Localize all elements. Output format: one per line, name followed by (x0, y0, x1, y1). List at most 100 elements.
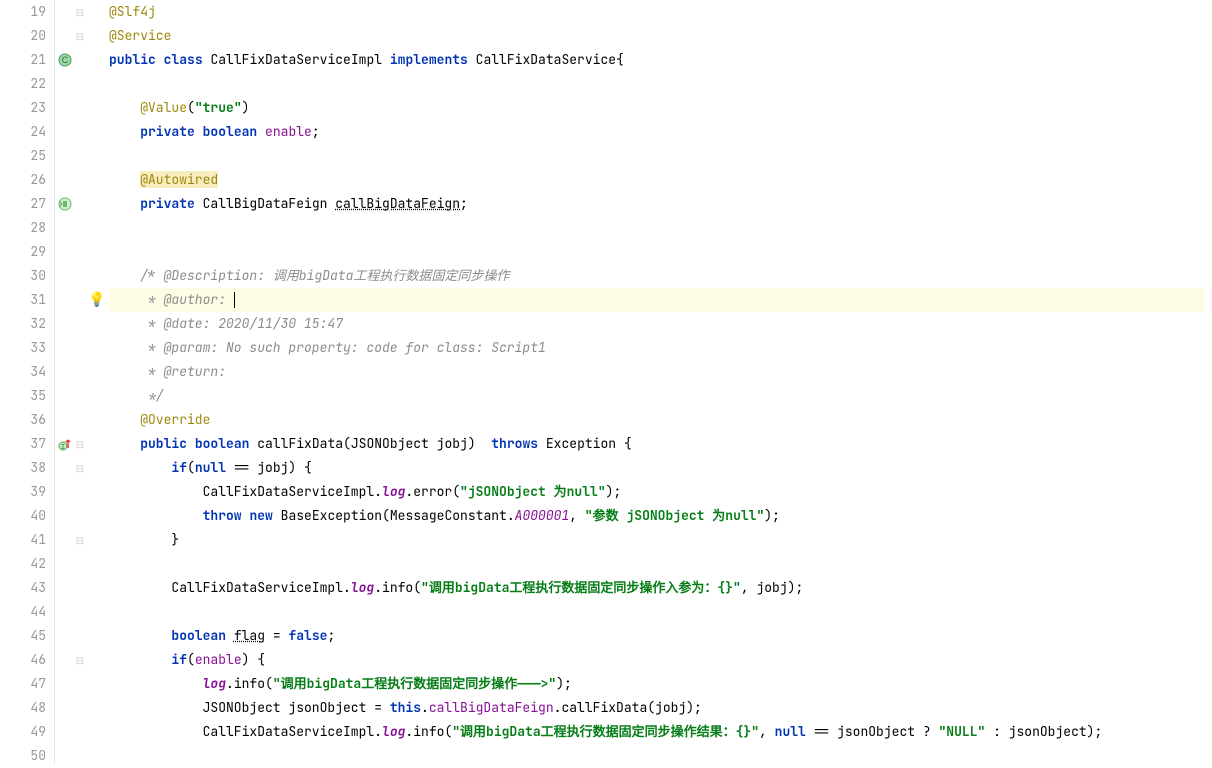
code-line[interactable]: @Service (109, 24, 1212, 48)
svg-text:I: I (61, 443, 65, 451)
code-line[interactable]: /* @Description: 调用bigData工程执行数据固定同步操作 (109, 264, 1212, 288)
code-token: @Slf4j (109, 3, 156, 20)
line-number[interactable]: 40 (0, 504, 46, 528)
line-number[interactable]: 50 (0, 744, 46, 768)
line-number-gutter[interactable]: 1920212223242526272829303132333435363738… (0, 0, 55, 765)
code-editor[interactable]: 1920212223242526272829303132333435363738… (0, 0, 1212, 765)
line-number[interactable]: 44 (0, 600, 46, 624)
code-token: "调用bigData工程执行数据固定同步操作入参为：{}" (421, 579, 741, 596)
line-number[interactable]: 34 (0, 360, 46, 384)
intention-bulb-icon[interactable]: 💡 (85, 288, 109, 312)
fold-column[interactable]: ⊟⊟⊟⊟⊟⊟ (75, 0, 85, 765)
code-line[interactable]: private CallBigDataFeign callBigDataFeig… (109, 192, 1212, 216)
line-number[interactable]: 47 (0, 672, 46, 696)
line-number[interactable]: 19 (0, 0, 46, 24)
error-stripe[interactable] (1204, 0, 1212, 765)
code-line[interactable]: log.info("调用bigData工程执行数据固定同步操作———>"); (109, 672, 1212, 696)
code-line[interactable]: CallFixDataServiceImpl.log.info("调用bigDa… (109, 720, 1212, 744)
line-number[interactable]: 42 (0, 552, 46, 576)
code-line[interactable]: @Value("true") (109, 96, 1212, 120)
code-token: if (171, 459, 187, 476)
line-number[interactable]: 29 (0, 240, 46, 264)
code-token: .info( (226, 675, 273, 692)
code-line[interactable]: JSONObject jsonObject = this.callBigData… (109, 696, 1212, 720)
code-line[interactable]: CallFixDataServiceImpl.log.info("调用bigDa… (109, 576, 1212, 600)
code-line[interactable] (109, 144, 1212, 168)
code-line[interactable]: public class CallFixDataServiceImpl impl… (109, 48, 1212, 72)
code-line[interactable]: CallFixDataServiceImpl.log.error("jSONOb… (109, 480, 1212, 504)
line-number[interactable]: 30 (0, 264, 46, 288)
code-line[interactable]: public boolean callFixData(JSONObject jo… (109, 432, 1212, 456)
line-number[interactable]: 36 (0, 408, 46, 432)
code-line[interactable]: @Autowired (109, 168, 1212, 192)
code-token: log (351, 579, 374, 596)
code-line[interactable]: } (109, 528, 1212, 552)
fold-toggle[interactable]: ⊟ (75, 0, 85, 24)
code-token: CallFixDataServiceImpl. (171, 579, 350, 596)
fold-toggle[interactable]: ⊟ (75, 528, 85, 552)
code-line[interactable]: * @return: (109, 360, 1212, 384)
line-number[interactable]: 33 (0, 336, 46, 360)
fold-toggle[interactable]: ⊟ (75, 24, 85, 48)
line-number[interactable]: 28 (0, 216, 46, 240)
code-token: Exception { (538, 435, 632, 452)
code-line[interactable]: boolean flag = false; (109, 624, 1212, 648)
code-token: ); (764, 507, 780, 524)
code-line[interactable] (109, 744, 1212, 768)
code-line[interactable]: if(null == jobj) { (109, 456, 1212, 480)
code-line[interactable]: * @param: No such property: code for cla… (109, 336, 1212, 360)
line-number[interactable]: 48 (0, 696, 46, 720)
code-token: @Service (109, 27, 171, 44)
code-line[interactable] (109, 552, 1212, 576)
line-number[interactable]: 39 (0, 480, 46, 504)
code-line[interactable]: * @author: (109, 288, 1212, 312)
code-line[interactable]: @Slf4j (109, 0, 1212, 24)
code-line[interactable]: @Override (109, 408, 1212, 432)
code-token: "jSONObject 为null" (460, 483, 606, 500)
code-token: .error( (405, 483, 460, 500)
fold-toggle[interactable]: ⊟ (75, 648, 85, 672)
line-number[interactable]: 38 (0, 456, 46, 480)
impl-up-icon[interactable]: I (55, 432, 75, 456)
line-number[interactable]: 35 (0, 384, 46, 408)
code-token: ( (187, 459, 195, 476)
code-token: CallFixDataServiceImpl. (203, 483, 382, 500)
line-number[interactable]: 23 (0, 96, 46, 120)
line-number[interactable]: 45 (0, 624, 46, 648)
code-token: enable (265, 123, 312, 140)
code-token: A000001 (515, 507, 570, 524)
line-number[interactable]: 32 (0, 312, 46, 336)
fold-toggle[interactable]: ⊟ (75, 432, 85, 456)
fold-toggle[interactable]: ⊟ (75, 456, 85, 480)
code-line[interactable] (109, 240, 1212, 264)
line-number[interactable]: 26 (0, 168, 46, 192)
code-token: new (249, 507, 272, 524)
code-line[interactable]: * @date: 2020/11/30 15:47 (109, 312, 1212, 336)
line-number[interactable]: 41 (0, 528, 46, 552)
code-line[interactable] (109, 600, 1212, 624)
line-number[interactable]: 20 (0, 24, 46, 48)
line-number[interactable]: 24 (0, 120, 46, 144)
class-icon[interactable]: C (55, 48, 75, 72)
code-line[interactable] (109, 216, 1212, 240)
line-number[interactable]: 21 (0, 48, 46, 72)
code-line[interactable]: if(enable) { (109, 648, 1212, 672)
line-number[interactable]: 49 (0, 720, 46, 744)
code-token: flag (234, 627, 265, 644)
line-number[interactable]: 25 (0, 144, 46, 168)
line-number[interactable]: 37 (0, 432, 46, 456)
line-number[interactable]: 43 (0, 576, 46, 600)
code-token: @Value (140, 99, 187, 116)
line-number[interactable]: 27 (0, 192, 46, 216)
code-token: , jobj); (741, 579, 803, 596)
line-number[interactable]: 46 (0, 648, 46, 672)
code-line[interactable] (109, 72, 1212, 96)
line-number[interactable]: 31 (0, 288, 46, 312)
code-line[interactable]: */ (109, 384, 1212, 408)
code-text-area[interactable]: @Slf4j @Service public class CallFixDataSe… (109, 0, 1212, 765)
code-line[interactable]: throw new BaseException(MessageConstant.… (109, 504, 1212, 528)
code-line[interactable]: private boolean enable; (109, 120, 1212, 144)
code-token: null (775, 723, 806, 740)
line-number[interactable]: 22 (0, 72, 46, 96)
bean-icon[interactable] (55, 192, 75, 216)
